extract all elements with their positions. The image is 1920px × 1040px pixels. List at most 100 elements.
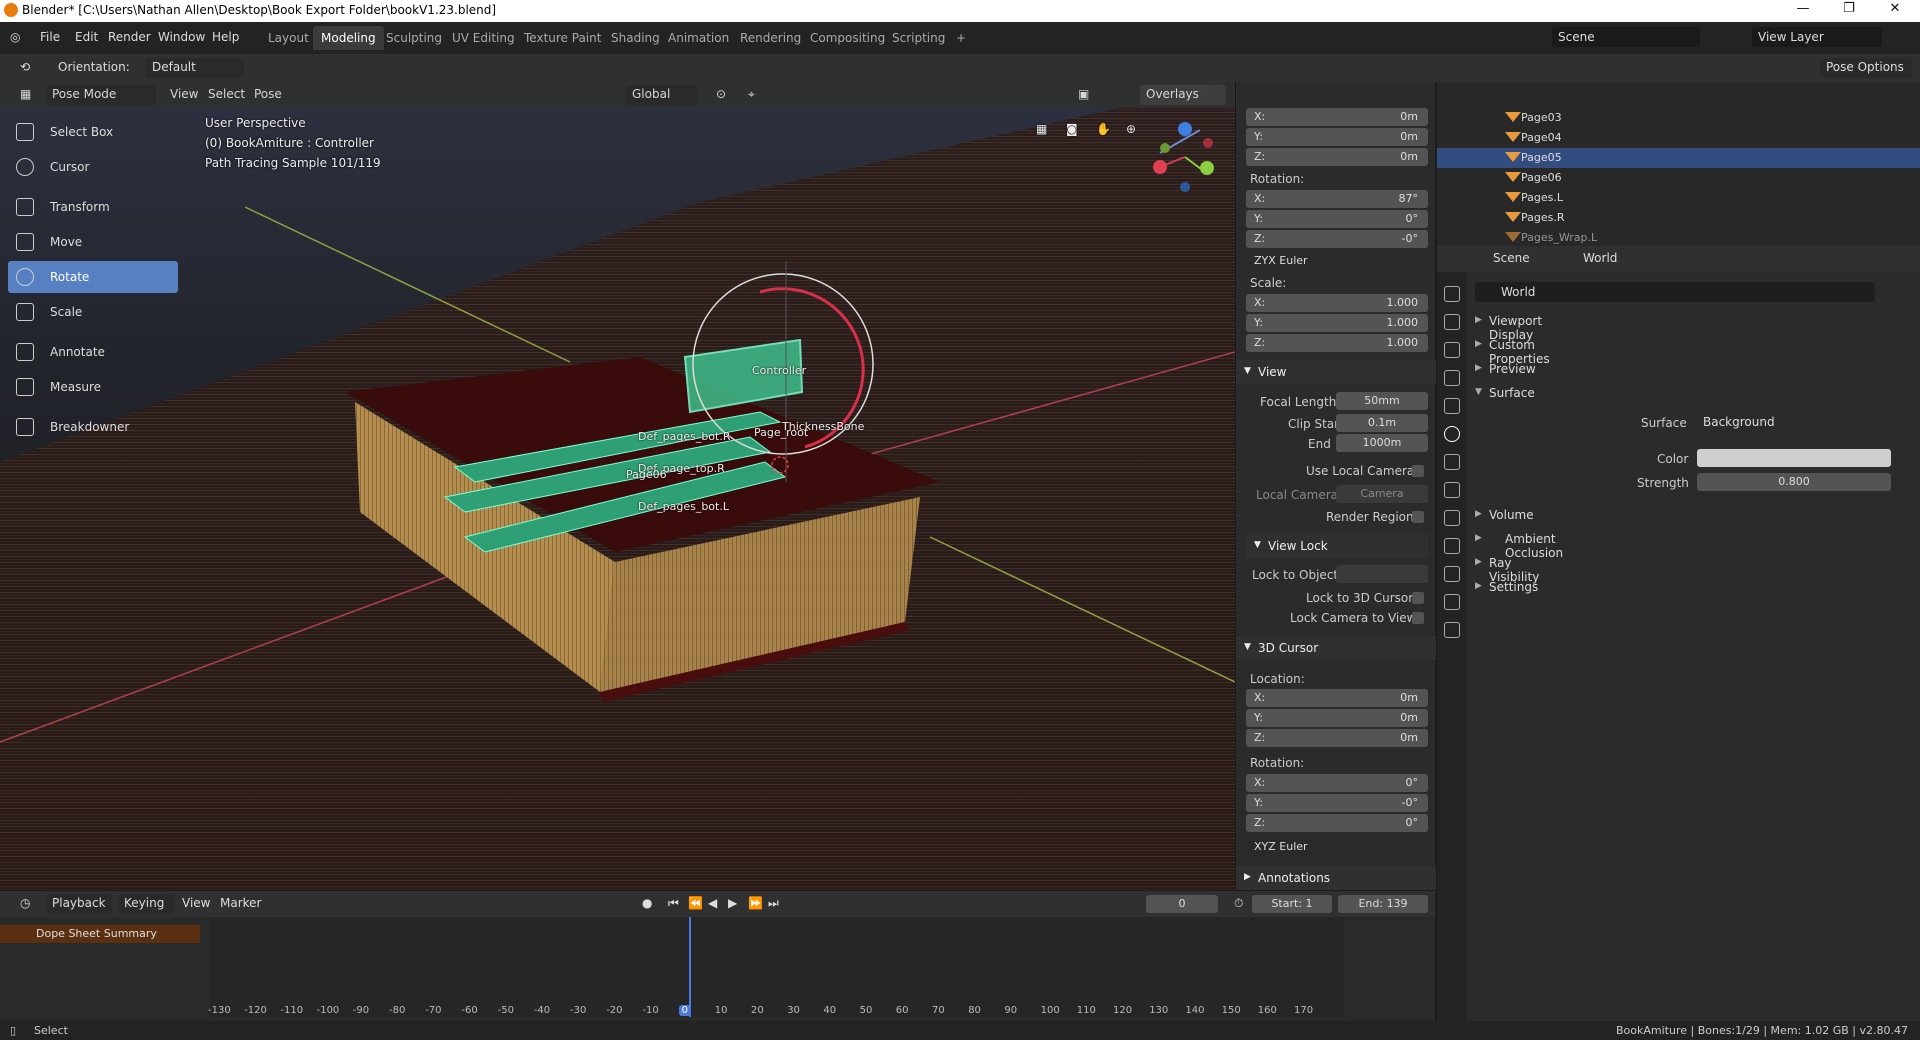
cursor-y-field[interactable]: Y: 0m: [1246, 709, 1428, 727]
scene-tab-icon[interactable]: [1444, 398, 1460, 414]
cursor-z-field[interactable]: Z: 0m: [1246, 729, 1428, 747]
location-z-field[interactable]: Z: 0m: [1246, 148, 1428, 166]
tab-texture-paint[interactable]: Texture Paint: [516, 26, 609, 50]
timeline-track-area[interactable]: [210, 917, 1345, 1017]
pivot-icon[interactable]: ⊙: [710, 85, 732, 105]
menu-help[interactable]: Help: [212, 30, 239, 44]
3d-cursor-section-header[interactable]: ▼ 3D Cursor: [1236, 636, 1436, 660]
dope-sheet-summary[interactable]: Dope Sheet Summary: [0, 925, 200, 943]
outliner-row-page04[interactable]: Page04: [1437, 128, 1920, 148]
current-frame-field[interactable]: 0: [1146, 895, 1218, 913]
end-frame-field[interactable]: End: 139: [1338, 895, 1428, 913]
stopwatch-icon[interactable]: ⏱: [1228, 894, 1249, 914]
particles-tab-icon[interactable]: [1444, 510, 1460, 526]
blender-menu-icon[interactable]: ◎: [10, 30, 20, 44]
gizmo-z[interactable]: [1178, 122, 1192, 136]
menu-file[interactable]: File: [40, 30, 60, 44]
tool-annotate[interactable]: Annotate: [8, 336, 178, 368]
mode-dropdown[interactable]: Pose Mode: [46, 85, 156, 105]
menu-pose[interactable]: Pose: [248, 85, 288, 105]
outliner-row-page05[interactable]: Page05: [1437, 148, 1920, 168]
play-reverse-icon[interactable]: ◀: [702, 894, 723, 914]
playhead[interactable]: [689, 917, 691, 1017]
location-x-field[interactable]: X: 0m: [1246, 108, 1428, 126]
world-tab-icon[interactable]: [1444, 426, 1460, 442]
tool-scale[interactable]: Scale: [8, 296, 178, 328]
gizmo-x[interactable]: [1153, 160, 1167, 174]
clip-end-field[interactable]: 1000m: [1336, 434, 1428, 452]
tool-measure[interactable]: Measure: [8, 371, 178, 403]
rotation-y-field[interactable]: Y: 0°: [1246, 210, 1428, 228]
view-lock-section-header[interactable]: ▼ View Lock: [1246, 534, 1428, 558]
constraints-tab-icon[interactable]: [1444, 566, 1460, 582]
local-camera-field[interactable]: Camera: [1336, 485, 1428, 503]
render-region-checkbox[interactable]: [1412, 511, 1424, 523]
tool-tab-icon[interactable]: [1444, 286, 1460, 302]
tab-scripting[interactable]: Scripting: [884, 26, 953, 50]
tab-modeling[interactable]: Modeling: [313, 26, 384, 50]
snap-icon[interactable]: ⌖: [742, 85, 761, 105]
transform-orientation-dropdown[interactable]: Global: [626, 85, 698, 105]
zoom-icon[interactable]: ⊕: [1126, 122, 1136, 136]
menu-window[interactable]: Window: [158, 30, 205, 44]
modifier-tab-icon[interactable]: [1444, 482, 1460, 498]
timeline-view-menu[interactable]: View: [176, 894, 216, 914]
tab-compositing[interactable]: Compositing: [802, 26, 893, 50]
shading-overflow[interactable]: [1220, 85, 1232, 105]
tool-cursor[interactable]: Cursor: [8, 151, 178, 183]
overlays-dropdown[interactable]: Overlays: [1140, 85, 1226, 105]
tool-breakdowner[interactable]: Breakdowner: [8, 411, 178, 443]
world-name-field[interactable]: World: [1475, 282, 1875, 302]
tab-layout[interactable]: Layout: [260, 26, 317, 50]
lock-to-3d-cursor-checkbox[interactable]: [1412, 592, 1424, 604]
grid-icon[interactable]: ▦: [1036, 122, 1047, 136]
scale-x-field[interactable]: X: 1.000: [1246, 294, 1428, 312]
tab-animation[interactable]: Animation: [660, 26, 737, 50]
cursor-rot-x-field[interactable]: X: 0°: [1246, 774, 1428, 792]
cursor-rot-y-field[interactable]: Y: -0°: [1246, 794, 1428, 812]
close-icon[interactable]: ✕: [1872, 1, 1918, 21]
cursor-rot-z-field[interactable]: Z: 0°: [1246, 814, 1428, 832]
add-workspace-button[interactable]: +: [948, 26, 974, 50]
strength-field[interactable]: 0.800: [1697, 473, 1891, 491]
physics-tab-icon[interactable]: [1444, 538, 1460, 554]
surface-dropdown[interactable]: Background: [1697, 412, 1891, 432]
tool-select-box[interactable]: Select Box: [8, 116, 178, 148]
camera-view-icon[interactable]: ◙: [1066, 122, 1078, 136]
output-tab-icon[interactable]: [1444, 342, 1460, 358]
view-layer-tab-icon[interactable]: [1444, 370, 1460, 386]
tool-rotate[interactable]: Rotate: [8, 261, 178, 293]
rotation-z-field[interactable]: Z: -0°: [1246, 230, 1428, 248]
record-icon[interactable]: ●: [636, 894, 658, 914]
scale-z-field[interactable]: Z: 1.000: [1246, 334, 1428, 352]
keying-dropdown[interactable]: Keying: [118, 894, 174, 914]
visibility-icon[interactable]: ▣: [1072, 85, 1095, 105]
menu-select[interactable]: Select: [202, 85, 251, 105]
pose-options-button[interactable]: Pose Options: [1820, 58, 1912, 78]
rotation-x-field[interactable]: X: 87°: [1246, 190, 1428, 208]
world-breadcrumb[interactable]: World: [1577, 249, 1623, 269]
focal-length-field[interactable]: 50mm: [1336, 392, 1428, 410]
tab-uv-editing[interactable]: UV Editing: [444, 26, 523, 50]
cursor-rotation-mode-dropdown[interactable]: XYZ Euler: [1246, 838, 1428, 856]
tool-transform[interactable]: Transform: [8, 191, 178, 223]
outliner-row-pages-r[interactable]: Pages.R: [1437, 208, 1920, 228]
cursor-x-field[interactable]: X: 0m: [1246, 689, 1428, 707]
lock-to-object-field[interactable]: [1336, 565, 1428, 583]
data-tab-icon[interactable]: [1444, 622, 1460, 638]
outliner-row-page03[interactable]: Page03: [1437, 108, 1920, 128]
timeline-editor-icon[interactable]: ◷: [14, 894, 36, 914]
color-swatch[interactable]: [1697, 449, 1891, 467]
annotations-section-header[interactable]: ▶ Annotations: [1236, 866, 1436, 890]
render-tab-icon[interactable]: [1444, 314, 1460, 330]
playback-dropdown[interactable]: Playback: [46, 894, 112, 914]
texture-tab-icon[interactable]: [1444, 594, 1460, 610]
view-layer-selector[interactable]: View Layer: [1752, 27, 1882, 47]
tab-sculpting[interactable]: Sculpting: [378, 26, 450, 50]
outliner-row-page06[interactable]: Page06: [1437, 168, 1920, 188]
3d-viewport[interactable]: ▦ Pose Mode View Select Pose Global ⊙ ⌖ …: [0, 82, 1235, 890]
editor-type-icon[interactable]: ▦: [14, 85, 37, 105]
gizmo-y[interactable]: [1200, 161, 1214, 175]
minimize-icon[interactable]: —: [1780, 1, 1826, 21]
location-y-field[interactable]: Y: 0m: [1246, 128, 1428, 146]
